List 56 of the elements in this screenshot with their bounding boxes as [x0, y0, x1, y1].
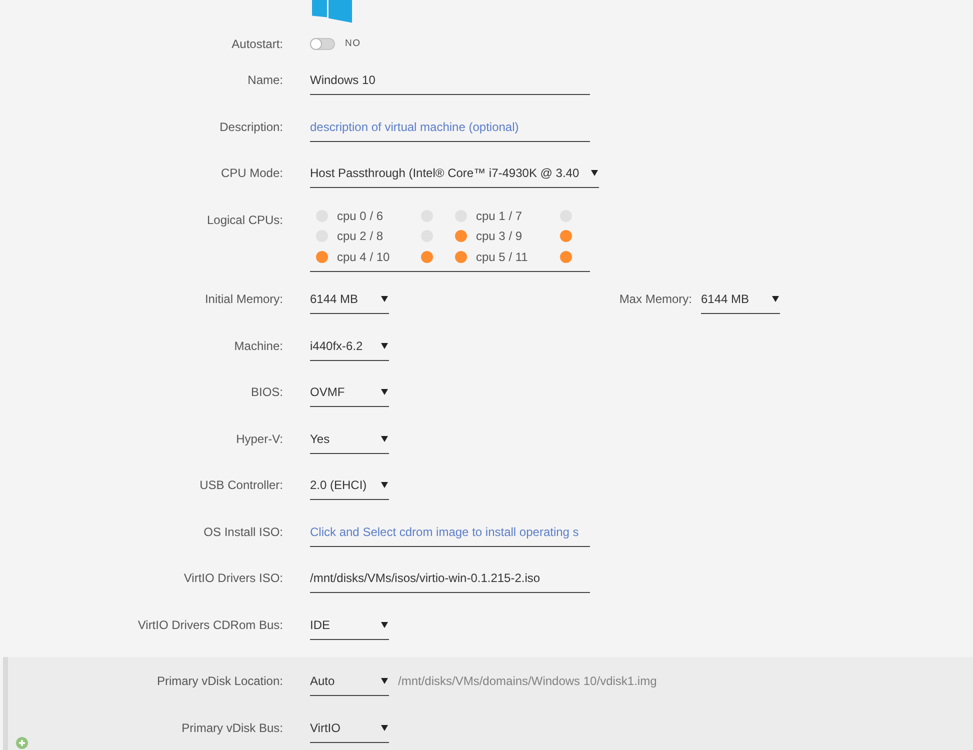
- caret-icon: [772, 296, 779, 302]
- field-label: OS Install ISO:: [204, 524, 283, 540]
- caret-icon: [591, 170, 598, 176]
- field-label: CPU Mode:: [220, 165, 283, 181]
- caret-icon: [381, 436, 388, 442]
- text-field[interactable]: Windows 10: [310, 66, 590, 95]
- cpu-checkbox[interactable]: [560, 250, 572, 263]
- caret-icon: [381, 622, 388, 628]
- field-label: VirtIO Drivers CDRom Bus:: [138, 616, 283, 632]
- text-field[interactable]: Click and Select cdrom image to install operating s: [310, 518, 590, 546]
- field-label: Machine:: [234, 338, 283, 354]
- toggle-state-text: NO: [345, 37, 361, 51]
- cpu-checkbox[interactable]: [421, 250, 433, 263]
- os-logo-icon: [312, 0, 353, 23]
- field-label: Primary vDisk Location:: [156, 673, 283, 689]
- dropdown[interactable]: Yes: [310, 424, 389, 454]
- cpu-label: cpu 3 / 9: [476, 229, 522, 244]
- cpu-label: cpu 0 / 6: [337, 208, 384, 223]
- field-label: Initial Memory:: [204, 291, 283, 307]
- field-label: Description:: [220, 118, 283, 134]
- field-label: USB Controller:: [200, 477, 283, 493]
- dropdown[interactable]: OVMF: [310, 378, 389, 407]
- dropdown[interactable]: Host Passthrough (Intel® Core™ i7-4930K @ 3.40: [310, 159, 600, 188]
- field-label: Name:: [248, 72, 283, 88]
- caret-icon: [381, 342, 388, 348]
- dropdown[interactable]: VirtIO: [310, 714, 389, 742]
- text-field[interactable]: /mnt/disks/VMs/isos/virtio-win-0.1.215-2.iso: [310, 564, 590, 593]
- field-label: VirtIO Drivers ISO:: [184, 570, 283, 586]
- field-label: Logical CPUs:: [206, 212, 283, 228]
- cpu-checkbox[interactable]: [560, 230, 572, 242]
- dropdown[interactable]: 6144 MB: [701, 285, 780, 314]
- cpu-checkbox[interactable]: [455, 230, 467, 242]
- caret-icon: [381, 389, 388, 395]
- dropdown[interactable]: i440fx-6.2: [310, 332, 389, 360]
- field-label: Max Memory:: [619, 291, 692, 307]
- caret-icon: [381, 724, 388, 730]
- toggle-switch[interactable]: [310, 38, 335, 50]
- dropdown[interactable]: IDE: [310, 610, 389, 640]
- plus-circle-icon[interactable]: [16, 736, 28, 748]
- caret-icon: [381, 678, 388, 684]
- cpu-label: cpu 2 / 8: [337, 229, 384, 244]
- caret-icon: [381, 482, 388, 488]
- text-field[interactable]: description of virtual machine (optional): [310, 112, 590, 142]
- dropdown[interactable]: 6144 MB: [310, 285, 389, 314]
- cpu-checkbox[interactable]: [316, 250, 328, 263]
- dropdown[interactable]: 2.0 (EHCI): [310, 471, 389, 500]
- field-label: Hyper-V:: [236, 430, 283, 446]
- field-label: BIOS:: [250, 384, 283, 400]
- cpu-label: cpu 5 / 11: [476, 250, 528, 264]
- cpu-checkbox[interactable]: [455, 250, 467, 263]
- caret-icon: [381, 296, 388, 302]
- cpu-label: cpu 4 / 10: [337, 250, 390, 264]
- field-label: Autostart:: [232, 36, 283, 52]
- dropdown[interactable]: Auto: [310, 667, 389, 696]
- cpu-label: cpu 1 / 7: [476, 208, 522, 223]
- field-label: Primary vDisk Bus:: [182, 720, 283, 736]
